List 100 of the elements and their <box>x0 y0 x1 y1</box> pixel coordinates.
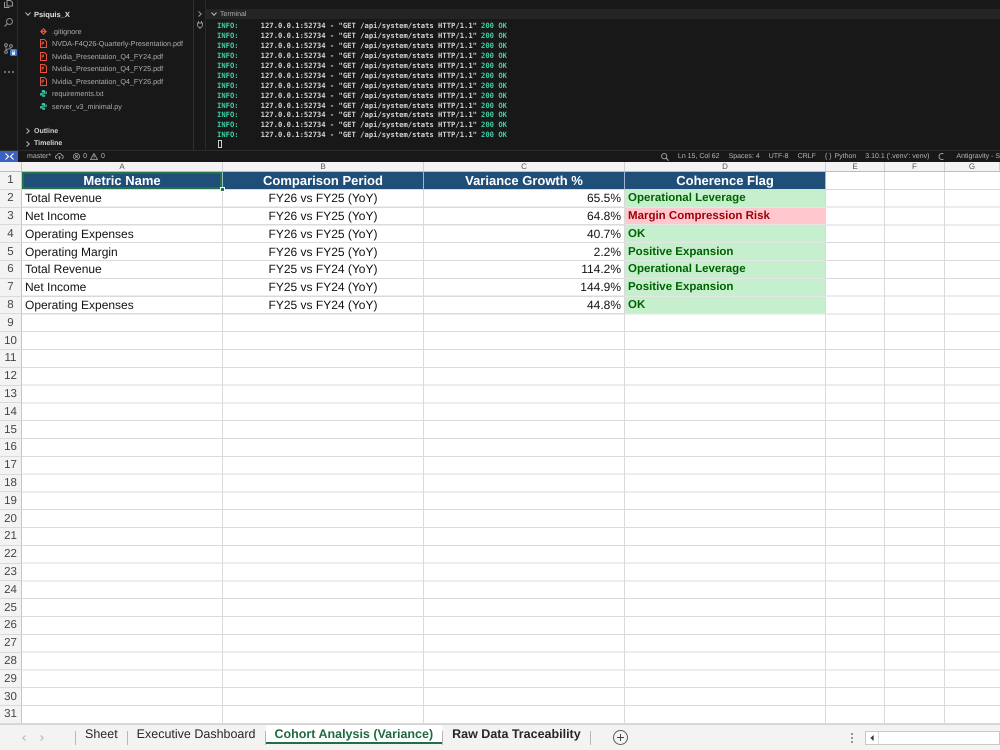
header-cell: Comparison Period <box>223 172 424 190</box>
document-icon <box>40 52 47 61</box>
sheet-tab[interactable]: Executive Dashboard <box>128 725 264 744</box>
row-number[interactable]: 24 <box>0 581 22 600</box>
warning-icon <box>90 153 98 160</box>
spinner-icon <box>938 153 944 160</box>
row-number[interactable]: 31 <box>0 706 22 724</box>
variance-cell: 114.2% <box>424 260 625 279</box>
row-number[interactable]: 11 <box>0 350 22 368</box>
variance-cell: 2.2% <box>424 243 625 261</box>
metric-cell: Total Revenue <box>22 260 223 279</box>
column-header[interactable]: A <box>22 162 223 171</box>
cloud-icon[interactable] <box>55 153 64 160</box>
period-cell: FY26 vs FY25 (YoY) <box>223 243 424 261</box>
flag-cell: Margin Compression Risk <box>625 208 826 226</box>
document-icon <box>40 39 47 48</box>
flag-cell: Operational Leverage <box>625 190 826 208</box>
metric-cell: Total Revenue <box>22 190 223 208</box>
period-cell: FY26 vs FY25 (YoY) <box>223 208 424 226</box>
row-number[interactable]: 22 <box>0 546 22 564</box>
files-icon[interactable] <box>4 0 13 8</box>
row-number[interactable]: 3 <box>0 208 22 226</box>
period-cell: FY25 vs FY24 (YoY) <box>223 278 424 297</box>
row-number[interactable]: 19 <box>0 492 22 510</box>
plug-icon[interactable] <box>196 21 202 29</box>
row-number[interactable]: 16 <box>0 438 22 457</box>
variance-cell: 44.8% <box>424 296 625 314</box>
metric-cell: Operating Margin <box>22 243 223 261</box>
row-number[interactable]: 12 <box>0 368 22 386</box>
period-cell: FY26 vs FY25 (YoY) <box>223 225 424 244</box>
row-number[interactable]: 20 <box>0 510 22 528</box>
fill-handle[interactable] <box>220 186 225 192</box>
header-cell: Coherence Flag <box>625 172 826 190</box>
header-cell: Variance Growth % <box>424 172 625 190</box>
row-number[interactable]: 26 <box>0 616 22 635</box>
row-number[interactable]: 14 <box>0 403 22 422</box>
caret-left-icon <box>870 734 874 740</box>
row-number[interactable]: 15 <box>0 421 22 439</box>
period-cell: FY25 vs FY24 (YoY) <box>223 296 424 314</box>
column-header[interactable]: D <box>625 162 826 171</box>
search-icon[interactable] <box>4 18 13 27</box>
column-header[interactable]: C <box>424 162 625 171</box>
flag-cell: Operational Leverage <box>625 260 826 279</box>
header-cell: Metric Name <box>22 172 223 190</box>
row-number[interactable]: 29 <box>0 670 22 688</box>
row-number[interactable]: 23 <box>0 564 22 582</box>
snake-logo-icon <box>40 102 47 110</box>
metric-cell: Net Income <box>22 278 223 297</box>
document-icon <box>40 76 47 86</box>
row-number[interactable]: 28 <box>0 652 22 670</box>
chevron-right-icon[interactable] <box>198 11 202 17</box>
row-number[interactable]: 9 <box>0 314 22 332</box>
variance-cell: 40.7% <box>424 225 625 244</box>
row-number[interactable]: 17 <box>0 456 22 475</box>
variance-cell: 65.5% <box>424 190 625 208</box>
row-number[interactable]: 5 <box>0 243 22 261</box>
column-header[interactable]: F <box>885 162 945 171</box>
period-cell: FY25 vs FY24 (YoY) <box>223 260 424 279</box>
row-number[interactable]: 27 <box>0 634 22 653</box>
snake-logo-icon <box>40 90 47 98</box>
row-number[interactable]: 25 <box>0 599 22 617</box>
row-number[interactable]: 4 <box>0 225 22 244</box>
badge-icon <box>10 49 17 56</box>
row-number[interactable]: 7 <box>0 278 22 297</box>
row-number[interactable]: 1 <box>0 172 22 190</box>
flag-cell: Positive Expansion <box>625 243 826 261</box>
zoom-icon[interactable] <box>660 152 669 160</box>
flag-cell: Positive Expansion <box>625 278 826 297</box>
metric-cell: Operating Expenses <box>22 225 223 244</box>
row-number[interactable]: 18 <box>0 474 22 492</box>
variance-cell: 144.9% <box>424 278 625 297</box>
horizontal-scrollbar[interactable] <box>865 730 1000 744</box>
terminal-cursor <box>218 140 222 148</box>
remote-button[interactable] <box>0 151 18 162</box>
sheet-tab[interactable]: Cohort Analysis (Variance) <box>266 725 442 744</box>
row-number[interactable]: 6 <box>0 260 22 279</box>
row-number[interactable]: 10 <box>0 332 22 350</box>
column-header[interactable]: E <box>826 162 885 171</box>
variance-cell: 64.8% <box>424 208 625 226</box>
metric-cell: Operating Expenses <box>22 296 223 314</box>
row-number[interactable]: 21 <box>0 528 22 546</box>
flag-cell: OK <box>625 225 826 244</box>
column-header[interactable]: G <box>945 162 1000 171</box>
row-number[interactable]: 2 <box>0 190 22 208</box>
row-number[interactable]: 8 <box>0 296 22 314</box>
sheet-tab[interactable]: Sheet <box>76 725 127 744</box>
branch-icon[interactable] <box>4 43 13 54</box>
metric-cell: Net Income <box>22 208 223 226</box>
document-icon <box>40 64 47 74</box>
remote-icon <box>4 153 14 160</box>
error-icon <box>73 153 80 160</box>
flag-cell: OK <box>625 296 826 314</box>
column-header[interactable]: B <box>223 162 424 171</box>
period-cell: FY26 vs FY25 (YoY) <box>223 190 424 208</box>
plus-icon <box>616 734 624 741</box>
row-number[interactable]: 13 <box>0 386 22 404</box>
sheet-tab[interactable]: Raw Data Traceability <box>443 725 590 744</box>
row-number[interactable]: 30 <box>0 688 22 706</box>
diamond-icon <box>40 28 47 35</box>
add-sheet-button[interactable] <box>612 730 628 745</box>
